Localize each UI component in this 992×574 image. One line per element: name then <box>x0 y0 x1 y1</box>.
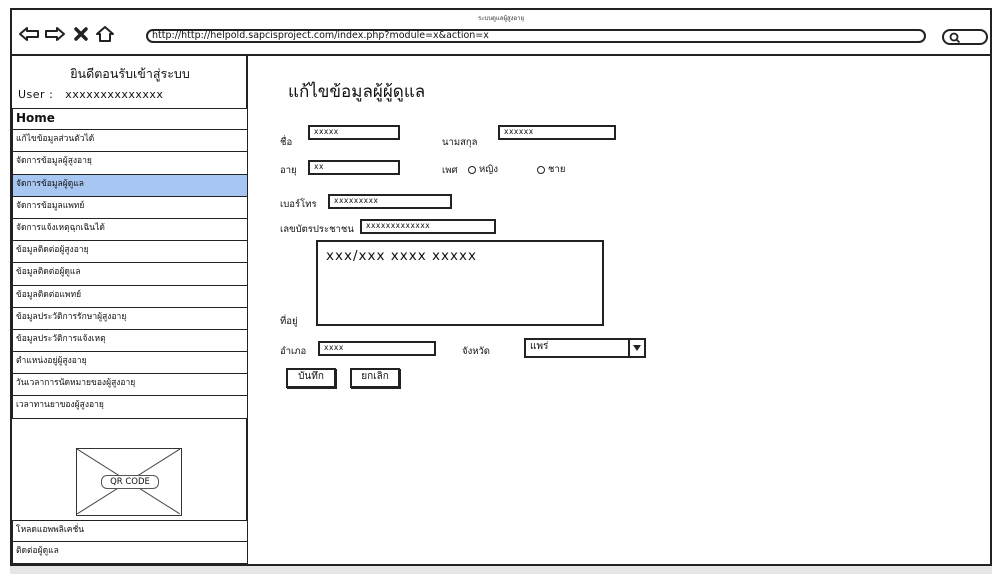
sidebar-item-treatment-history[interactable]: ข้อมูลประวัติการรักษาผู้สูงอายุ <box>12 307 248 330</box>
sex-label: เพศ <box>442 165 458 176</box>
sidebar-item-elderly-location[interactable]: ตำแหน่งอยู่ผู้สูงอายุ <box>12 352 248 375</box>
user-value: xxxxxxxxxxxxxx <box>65 88 164 101</box>
sex-female-label: หญิง <box>479 164 499 175</box>
sidebar-item-home[interactable]: Home <box>12 108 248 131</box>
sidebar-item-manage-caregivers[interactable]: จัดการข้อมูลผู้ดูแล <box>12 174 248 197</box>
status-strip <box>10 564 992 574</box>
browser-toolbar: ระบบดูแลผู้สูงอายุ http://http://helpold… <box>12 10 990 56</box>
sidebar-item-manage-elderly[interactable]: จัดการข้อมูลผู้สูงอายุ <box>12 152 248 175</box>
address-field[interactable]: xxx/xxx xxxx xxxxx <box>316 240 604 326</box>
province-label: จังหวัด <box>462 346 490 357</box>
district-label: อำเภอ <box>280 346 307 357</box>
user-label: User : <box>18 88 54 101</box>
sex-male-label: ชาย <box>548 164 566 175</box>
last-name-label: นามสกุล <box>442 137 478 148</box>
welcome-text: ยินดีตอนรับเข้าสู่ระบบ <box>70 66 190 81</box>
id-card-label: เลขบัตรประชาชน <box>280 224 354 235</box>
phone-field[interactable]: xxxxxxxxx <box>328 194 452 209</box>
sidebar-item-caregiver-contacts[interactable]: ข้อมูลติดต่อผู้ดูแล <box>12 263 248 286</box>
search-field[interactable] <box>942 29 988 45</box>
age-label: อายุ <box>280 165 297 176</box>
save-button[interactable]: บันทึก <box>286 368 336 388</box>
sidebar-bottom-links: โหลดแอพพลิเคชั่น ติดต่อผู้ดูแล <box>12 520 248 565</box>
close-icon[interactable] <box>70 24 92 44</box>
sidebar-item-manage-doctors[interactable]: จัดการข้อมูลแพทย์ <box>12 196 248 219</box>
sidebar-item-appointments[interactable]: วันเวลาการนัดหมายของผู้สูงอายุ <box>12 374 248 397</box>
user-line: User : xxxxxxxxxxxxxx <box>18 88 163 101</box>
province-select[interactable]: แพร่ <box>524 338 646 358</box>
url-bar[interactable]: http://http://helpold.sapcisproject.com/… <box>146 29 926 43</box>
search-icon <box>949 32 961 44</box>
radio-male[interactable] <box>537 165 545 174</box>
sidebar-item-medication-times[interactable]: เวลาทานยาของผู้สูงอายุ <box>12 396 248 419</box>
sidebar-item-edit-profile[interactable]: แก้ไขข้อมูลส่วนตัวได้ <box>12 130 248 153</box>
first-name-label: ชื่อ <box>280 137 293 148</box>
sidebar-item-elderly-contacts[interactable]: ข้อมูลติดต่อผู้สูงอายุ <box>12 241 248 264</box>
cancel-button[interactable]: ยกเลิก <box>350 368 400 388</box>
age-field[interactable]: xx <box>308 160 400 175</box>
sidebar: ยินดีตอนรับเข้าสู่ระบบ User : xxxxxxxxxx… <box>12 56 248 572</box>
arrow-right-icon[interactable] <box>44 24 66 44</box>
radio-female[interactable] <box>468 165 476 174</box>
address-label: ที่อยู่ <box>280 316 298 327</box>
sidebar-item-contact-admin[interactable]: ติดต่อผู้ดูแล <box>12 542 248 565</box>
sidebar-item-download-app[interactable]: โหลดแอพพลิเคชั่น <box>12 520 248 543</box>
chevron-down-icon[interactable] <box>628 340 644 356</box>
first-name-field[interactable]: xxxxx <box>308 125 400 140</box>
home-icon[interactable] <box>94 24 116 44</box>
browser-window: ระบบดูแลผู้สูงอายุ http://http://helpold… <box>10 8 992 574</box>
qr-code-placeholder: QR CODE <box>76 448 182 516</box>
district-field[interactable]: xxxx <box>318 341 436 356</box>
sidebar-menu: Home แก้ไขข้อมูลส่วนตัวได้ จัดการข้อมูลผ… <box>12 108 248 419</box>
sidebar-item-doctor-contacts[interactable]: ข้อมูลติดต่อแพทย์ <box>12 285 248 308</box>
sidebar-item-incident-history[interactable]: ข้อมูลประวัติการแจ้งเหตุ <box>12 329 248 353</box>
sex-female-option[interactable]: หญิง <box>468 162 498 177</box>
window-title: ระบบดูแลผู้สูงอายุ <box>477 15 525 22</box>
province-value: แพร่ <box>530 341 549 352</box>
phone-label: เบอร์โทร <box>280 199 317 210</box>
arrow-left-icon[interactable] <box>18 24 40 44</box>
main-content: แก้ไขข้อมูลผู้ผู้ดูแล ชื่อ xxxxx นามสกุล… <box>250 56 990 572</box>
sex-male-option[interactable]: ชาย <box>537 162 565 177</box>
page-title: แก้ไขข้อมูลผู้ผู้ดูแล <box>288 82 426 102</box>
id-card-field[interactable]: xxxxxxxxxxxxx <box>360 219 496 234</box>
last-name-field[interactable]: xxxxxx <box>498 125 616 140</box>
qr-code-label: QR CODE <box>101 475 159 489</box>
sidebar-item-emergency[interactable]: จัดการแจ้งเหตุฉุกเฉินได้ <box>12 218 248 242</box>
